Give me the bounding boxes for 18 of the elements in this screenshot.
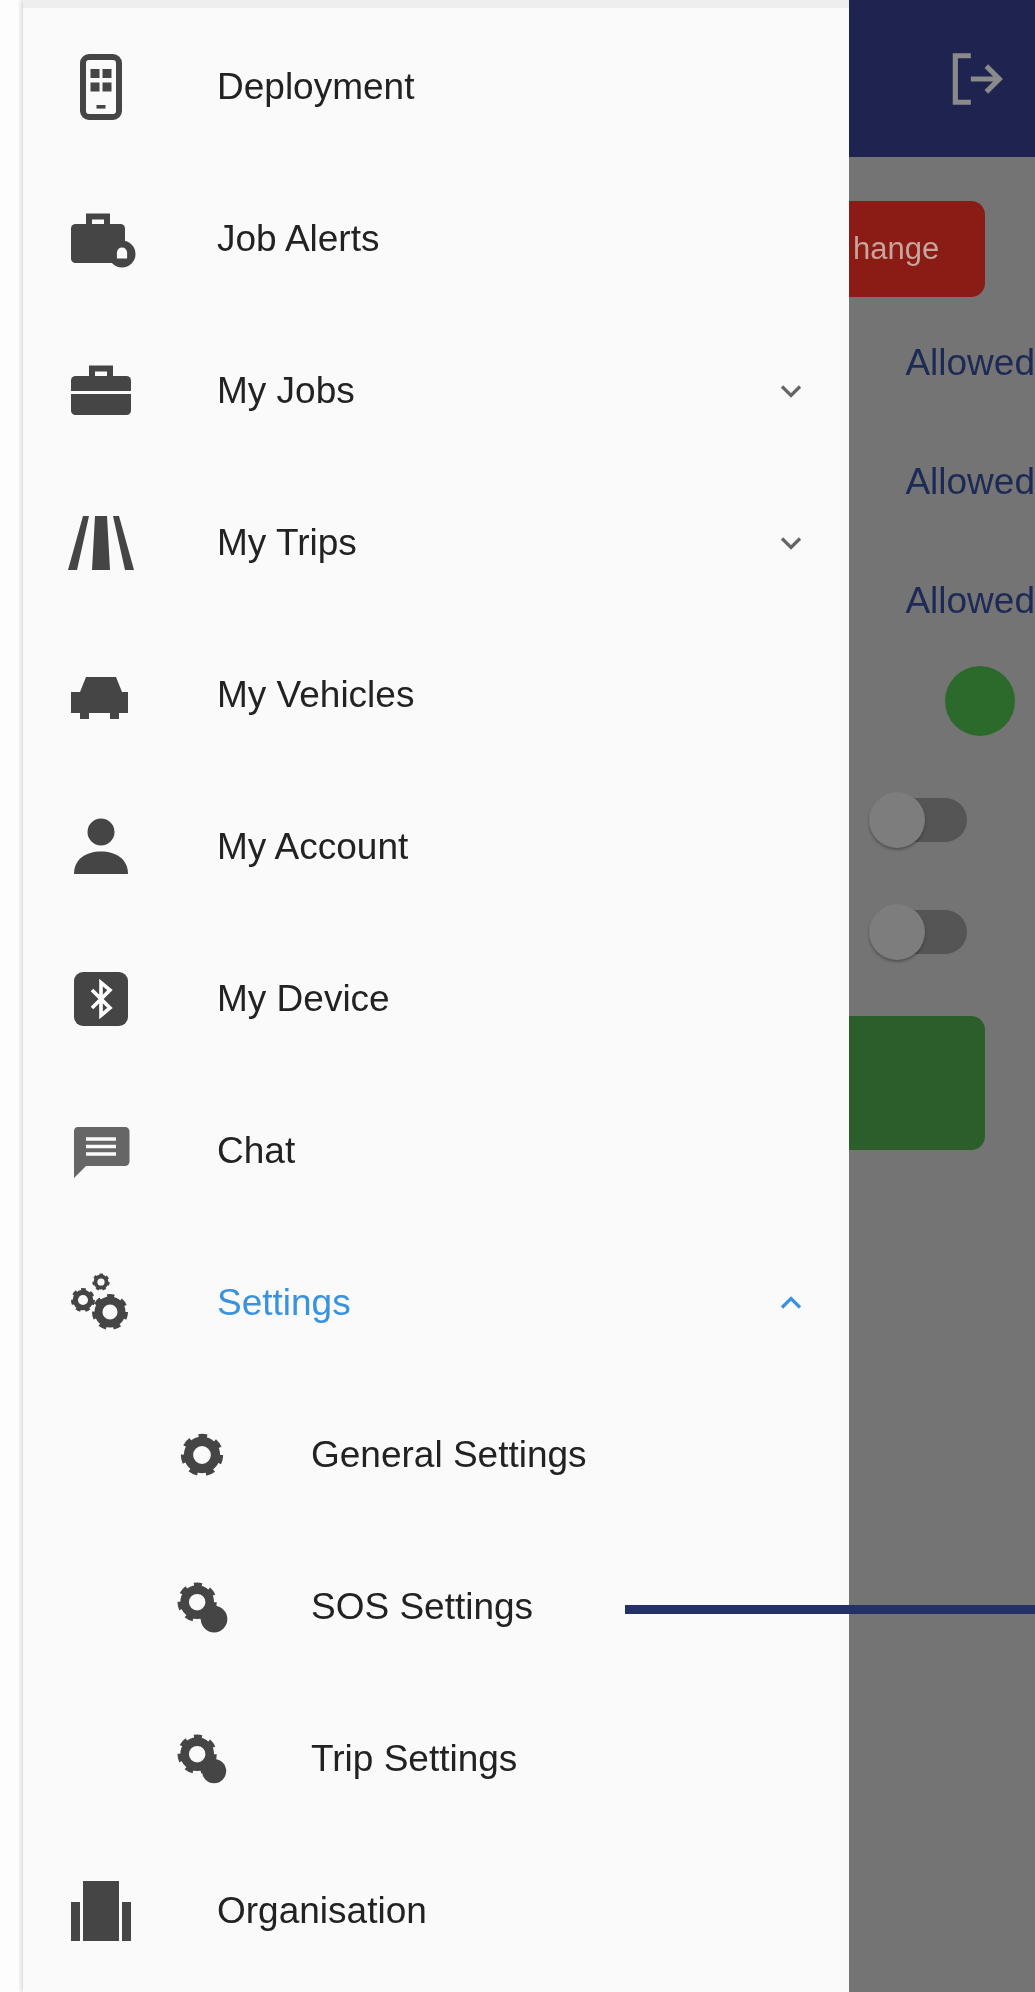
submenu-item[interactable]: General Settings	[23, 1379, 849, 1531]
menu-item[interactable]: My Account	[23, 771, 849, 923]
menu-item[interactable]: My Jobs	[23, 315, 849, 467]
permission-status: Allowed	[904, 460, 1035, 504]
menu-item[interactable]: My Vehicles	[23, 619, 849, 771]
menu-item[interactable]: My Trips	[23, 467, 849, 619]
submenu-item[interactable]: Trip Settings	[23, 1683, 849, 1835]
menu-item[interactable]: My Device	[23, 923, 849, 1075]
toggle-switch[interactable]	[869, 792, 969, 848]
menu-item[interactable]: Job Alerts	[23, 163, 849, 315]
submenu-item[interactable]: SOS Settings	[23, 1531, 849, 1683]
menu-item[interactable]: Chat	[23, 1075, 849, 1227]
menu-item[interactable]: Organisation	[23, 1835, 849, 1987]
menu-item[interactable]: Deployment	[23, 11, 849, 163]
toggle-switch[interactable]	[869, 904, 969, 960]
change-button[interactable]: hange	[849, 201, 985, 297]
permission-status: Allowed	[904, 341, 1035, 385]
permission-status: Allowed	[904, 579, 1035, 623]
